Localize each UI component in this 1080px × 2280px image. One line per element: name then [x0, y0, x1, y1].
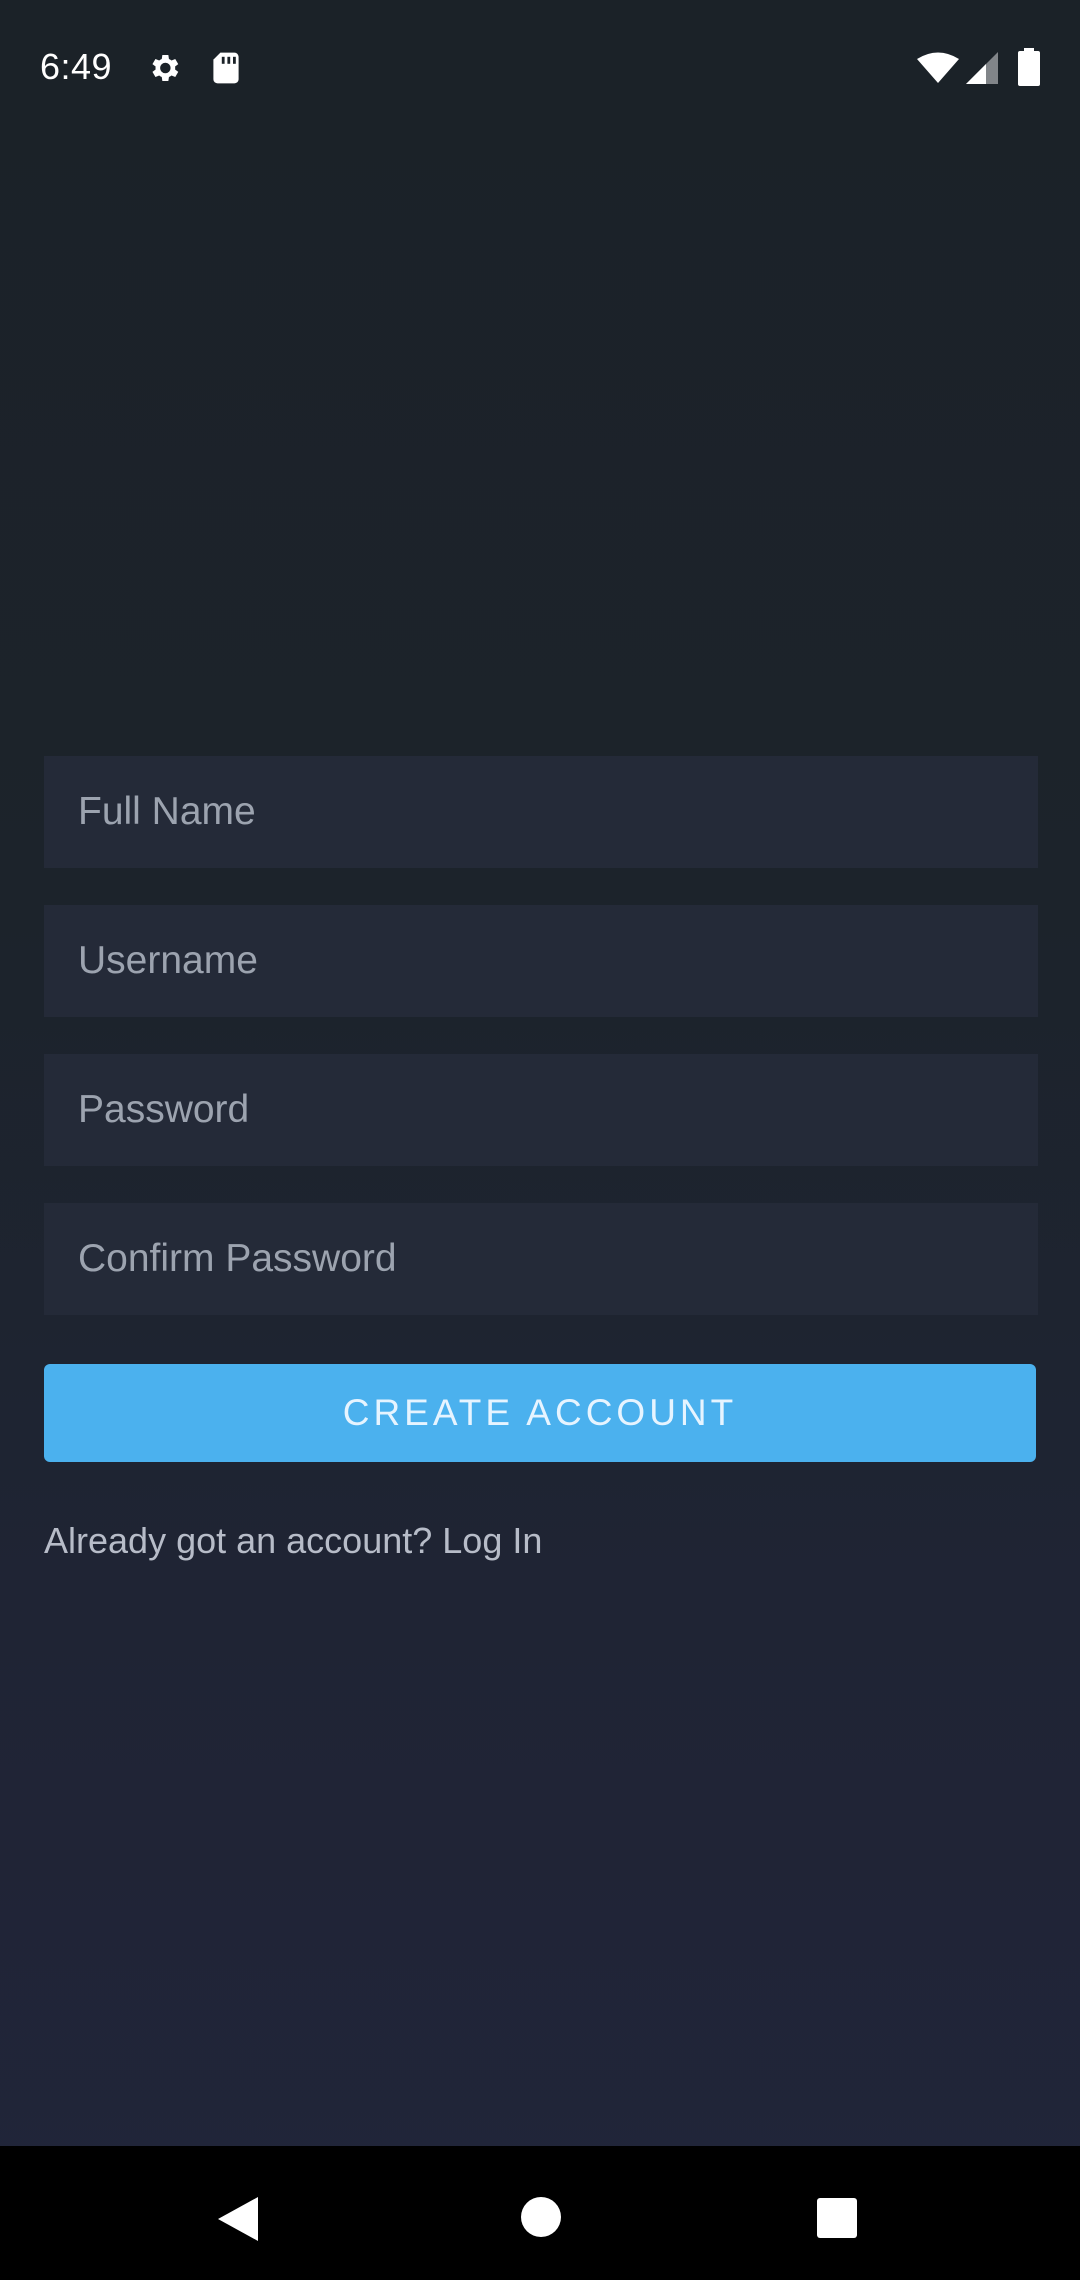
confirm-password-input[interactable] [44, 1203, 1038, 1315]
login-prompt-text: Already got an account? [44, 1520, 433, 1561]
login-link[interactable]: Log In [442, 1520, 542, 1561]
wifi-icon [917, 52, 959, 83]
username-input[interactable] [44, 905, 1038, 1017]
status-time: 6:49 [40, 46, 113, 87]
status-bar: 6:49 [0, 0, 1080, 140]
full-name-field [44, 756, 1038, 868]
recents-icon[interactable] [816, 2197, 858, 2239]
create-account-button[interactable]: CREATE ACCOUNT [44, 1364, 1036, 1462]
signup-form [44, 756, 1038, 1352]
confirm-password-field [44, 1203, 1038, 1315]
cell-signal-icon [966, 52, 998, 84]
gear-icon [152, 54, 179, 82]
back-icon[interactable] [216, 2196, 260, 2242]
home-icon[interactable] [520, 2196, 562, 2238]
signup-screen: 6:49 Full Name Username CREATE ACCOUNT A… [0, 0, 1080, 2280]
password-input[interactable] [44, 1054, 1038, 1166]
battery-icon [1018, 48, 1040, 86]
username-field [44, 905, 1038, 1017]
login-prompt: Already got an account? Log In [44, 1520, 542, 1562]
sd-card-icon [213, 52, 239, 84]
password-field [44, 1054, 1038, 1166]
full-name-input[interactable] [44, 756, 1038, 868]
navigation-bar [0, 2146, 1080, 2280]
